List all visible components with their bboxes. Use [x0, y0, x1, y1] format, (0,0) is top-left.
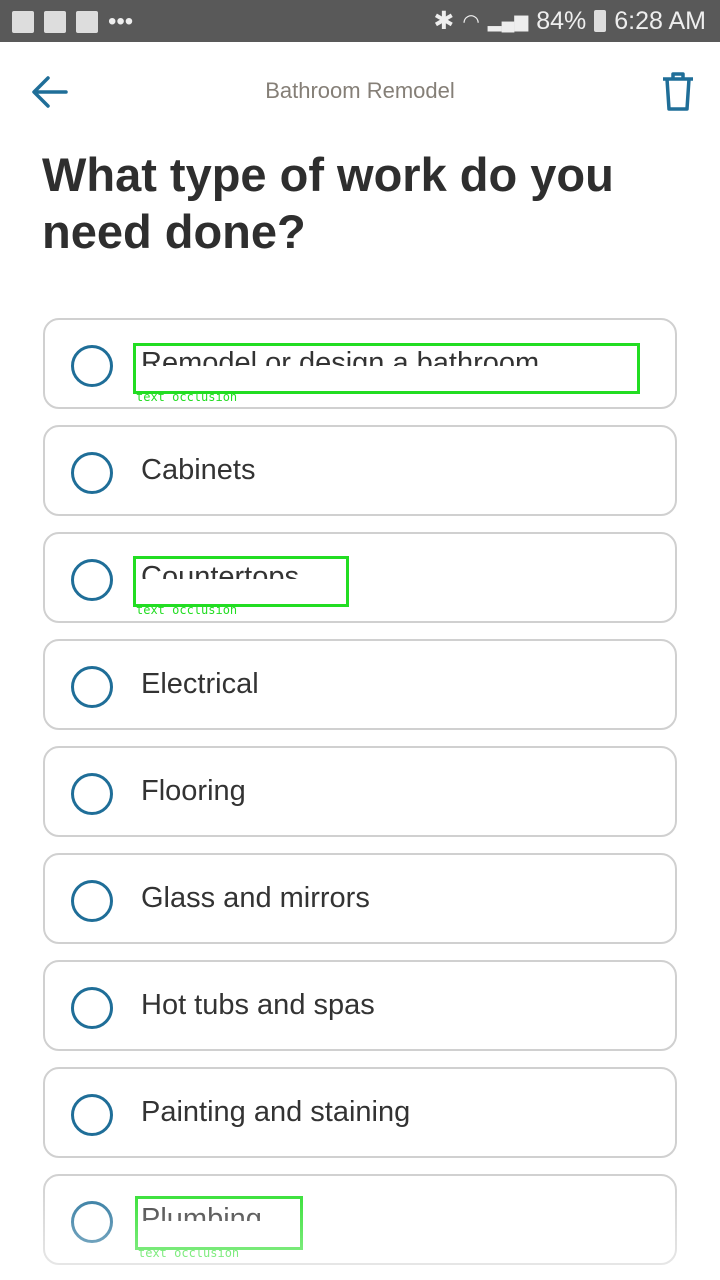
- question-heading: What type of work do you need done?: [42, 148, 614, 258]
- option-hot-tubs-and-spas[interactable]: Hot tubs and spas: [43, 960, 677, 1051]
- radio-button[interactable]: [71, 345, 113, 387]
- option-label: Flooring: [141, 775, 246, 807]
- option-glass-and-mirrors[interactable]: Glass and mirrors: [43, 853, 677, 944]
- battery-percent: 84%: [536, 6, 587, 35]
- gmail-icon: [76, 11, 98, 33]
- text-occlusion-box: text occlusion: [135, 1196, 303, 1260]
- radio-button[interactable]: [71, 1201, 113, 1243]
- option-painting-and-staining[interactable]: Painting and staining: [43, 1067, 677, 1158]
- task-icon: [44, 11, 66, 33]
- option-cabinets[interactable]: Cabinets: [43, 425, 677, 516]
- radio-button[interactable]: [71, 452, 113, 494]
- option-label: Painting and staining: [141, 1096, 411, 1128]
- radio-button[interactable]: [71, 987, 113, 1029]
- option-remodel-or-design-a-bathroom[interactable]: Remodel or design a bathroom text occlusi…: [43, 318, 677, 409]
- option-label: Cabinets: [141, 454, 256, 486]
- radio-button[interactable]: [71, 773, 113, 815]
- option-label: Glass and mirrors: [141, 882, 370, 914]
- trash-icon[interactable]: [660, 70, 696, 112]
- radio-button[interactable]: [71, 880, 113, 922]
- option-countertops[interactable]: Countertops text occlusion: [43, 532, 677, 623]
- occlusion-label: text occlusion: [138, 1246, 240, 1260]
- page-title: Bathroom Remodel: [265, 78, 455, 103]
- option-flooring[interactable]: Flooring: [43, 746, 677, 837]
- text-occlusion-box: text occlusion: [133, 343, 640, 404]
- radio-button[interactable]: [71, 666, 113, 708]
- battery-icon: [594, 10, 607, 32]
- option-label: Hot tubs and spas: [141, 989, 375, 1021]
- occlusion-label: text occlusion: [136, 603, 238, 617]
- app-header: Bathroom Remodel: [0, 42, 720, 142]
- occlusion-label: text occlusion: [136, 390, 238, 404]
- signal-icon: ▂▄▆: [487, 10, 529, 31]
- option-plumbing[interactable]: Plumbing text occlusion: [43, 1174, 677, 1265]
- more-notifications-icon: •••: [108, 8, 134, 35]
- wifi-icon: ◠: [462, 10, 480, 33]
- option-electrical[interactable]: Electrical: [43, 639, 677, 730]
- radio-button[interactable]: [71, 559, 113, 601]
- gallery-icon: [12, 11, 34, 33]
- option-label: Electrical: [141, 668, 259, 700]
- radio-button[interactable]: [71, 1094, 113, 1136]
- status-bar: ••• ✱ ◠ ▂▄▆ 84% 6:28 AM: [0, 0, 720, 42]
- clock: 6:28 AM: [614, 6, 706, 35]
- text-occlusion-box: text occlusion: [133, 556, 349, 617]
- bluetooth-icon: ✱: [433, 7, 455, 35]
